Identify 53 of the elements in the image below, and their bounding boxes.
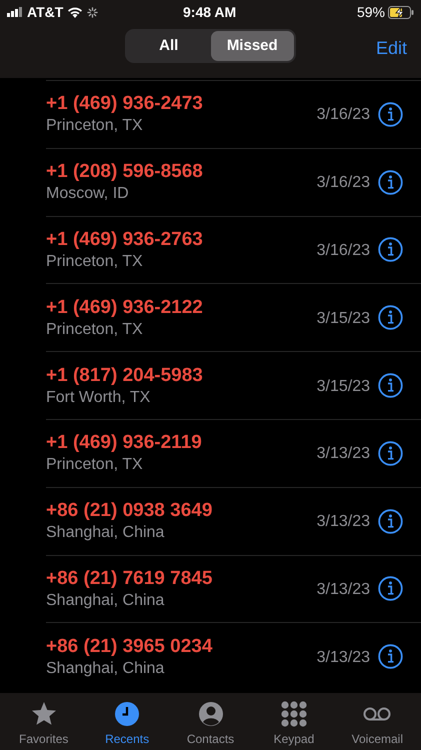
phone-number: +1 (469) 936-2763 <box>46 228 204 252</box>
info-icon[interactable] <box>378 373 403 398</box>
call-date: 3/16/23 <box>316 105 370 126</box>
phone-number: +1 (469) 936-2122 <box>46 296 204 320</box>
activity-icon <box>87 6 98 18</box>
caller-location: Shanghai, China <box>46 658 166 679</box>
tab-bar-item[interactable]: Recents <box>85 693 169 750</box>
caller-location: Shanghai, China <box>46 590 166 611</box>
phone-number: +1 (469) 936-2119 <box>46 431 203 456</box>
tab-bar-item[interactable]: Contacts <box>168 693 252 750</box>
call-date: 3/15/23 <box>316 376 370 397</box>
phone-number: +1 (817) 204-5983 <box>46 364 204 388</box>
caller-location: Moscow, ID <box>46 184 130 204</box>
info-icon[interactable] <box>378 644 403 670</box>
segment-tab[interactable]: All <box>127 31 210 61</box>
info-icon[interactable] <box>378 508 403 534</box>
carrier-name: AT&T <box>27 2 64 22</box>
phone-number: +1 (208) 596-8568 <box>46 160 204 184</box>
segment-tab[interactable]: Missed <box>210 31 294 61</box>
caller-location: Fort Worth, TX <box>46 388 152 408</box>
call-date: 3/15/23 <box>316 308 370 329</box>
caller-location: Princeton, TX <box>46 455 144 476</box>
signal-icon <box>7 7 23 17</box>
phone-number: +1 (469) 936-2473 <box>46 92 204 116</box>
caller-location: Princeton, TX <box>46 252 144 272</box>
call-date: 3/13/23 <box>316 444 370 464</box>
clock-icon <box>113 700 142 728</box>
call-date: 3/13/23 <box>316 512 370 532</box>
phone-number: +86 (21) 7619 7845 <box>46 566 214 591</box>
call-date: 3/13/23 <box>316 648 370 668</box>
tab-bar-item[interactable]: Voicemail <box>336 693 420 750</box>
info-icon[interactable] <box>378 237 403 262</box>
edit-button[interactable]: Edit <box>376 34 407 62</box>
caller-location: Shanghai, China <box>46 523 166 544</box>
tab-bar-item[interactable]: Keypad <box>252 693 336 750</box>
info-icon[interactable] <box>378 440 403 466</box>
keypad-icon <box>280 700 308 728</box>
info-icon[interactable] <box>378 102 403 127</box>
caller-location: Princeton, TX <box>46 320 144 340</box>
call-date: 3/16/23 <box>316 173 370 194</box>
call-date: 3/13/23 <box>316 580 370 600</box>
person-icon <box>196 700 225 728</box>
caller-location: Princeton, TX <box>46 116 144 136</box>
battery-percent: 59% <box>356 2 385 22</box>
clock-time: 9:48 AM <box>183 2 236 22</box>
info-icon[interactable] <box>378 305 403 330</box>
tab-bar-item[interactable]: Favorites <box>2 693 86 750</box>
phone-number: +86 (21) 0938 3649 <box>46 499 214 524</box>
info-icon[interactable] <box>378 576 403 602</box>
wifi-icon <box>67 6 84 18</box>
phone-number: +86 (21) 3965 0234 <box>46 634 214 659</box>
info-icon[interactable] <box>378 170 403 195</box>
call-date: 3/16/23 <box>316 240 370 261</box>
